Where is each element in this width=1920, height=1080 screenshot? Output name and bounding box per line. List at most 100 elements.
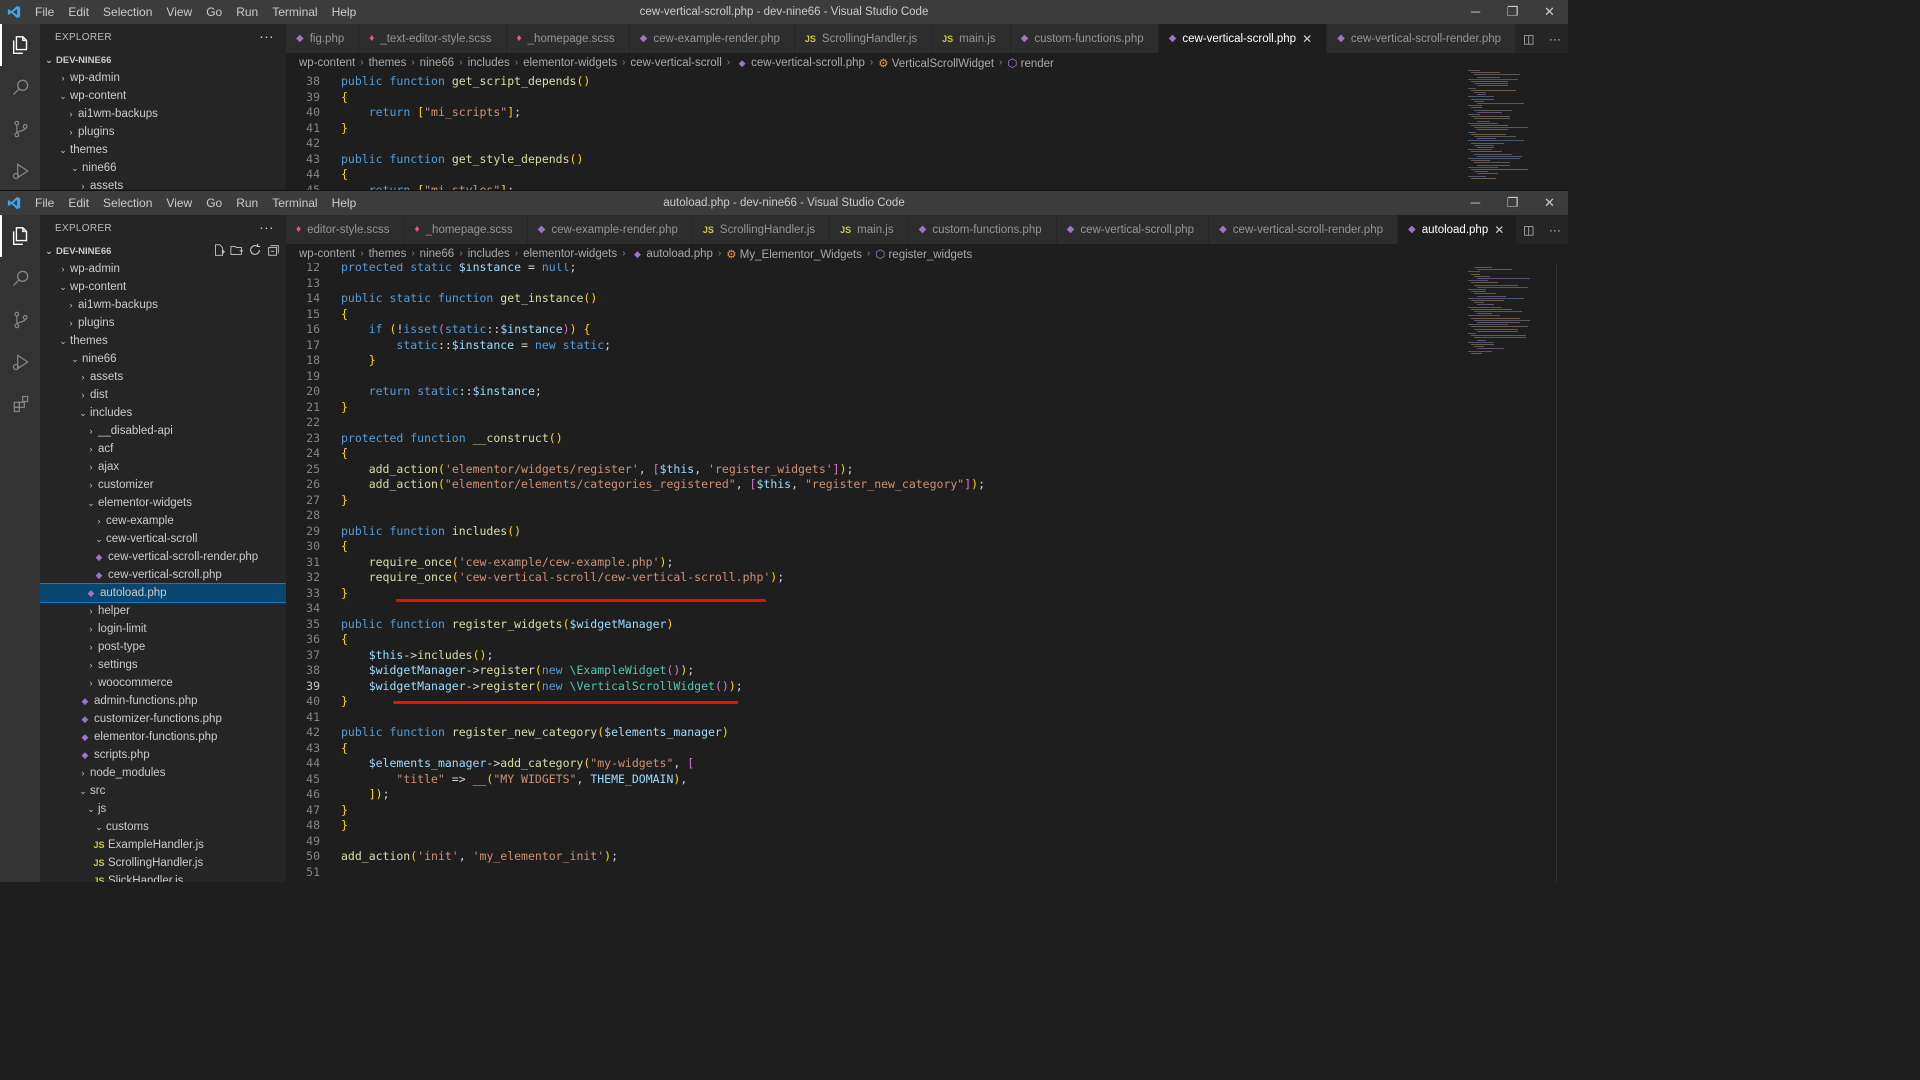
file-item[interactable]: ◆ customizer-functions.php bbox=[40, 710, 286, 728]
folder-item[interactable]: › ai1wm-backups bbox=[40, 105, 286, 123]
collapse-all-icon[interactable] bbox=[266, 243, 280, 257]
editor-tab[interactable]: JS main.js bbox=[830, 215, 909, 244]
folder-item[interactable]: › plugins bbox=[40, 314, 286, 332]
menu-item-edit[interactable]: Edit bbox=[61, 191, 96, 215]
run-debug-icon[interactable] bbox=[0, 341, 40, 383]
editor-tab[interactable]: ♦ _homepage.scss bbox=[404, 215, 528, 244]
folder-item[interactable]: › assets bbox=[40, 368, 286, 386]
breadcrumb-item[interactable]: ⚙ VerticalScrollWidget bbox=[878, 56, 994, 70]
menu-item-go[interactable]: Go bbox=[199, 191, 229, 215]
folder-item[interactable]: › woocommerce bbox=[40, 674, 286, 692]
more-actions-icon[interactable]: ··· bbox=[259, 219, 274, 235]
editor-tab[interactable]: ◆ cew-vertical-scroll-render.php bbox=[1209, 215, 1398, 244]
vertical-scrollbar[interactable] bbox=[1556, 263, 1568, 882]
file-item[interactable]: ◆ cew-vertical-scroll.php bbox=[40, 566, 286, 584]
close-icon[interactable]: ✕ bbox=[1531, 0, 1568, 24]
more-actions-icon[interactable]: ··· bbox=[1549, 223, 1561, 237]
menu-item-terminal[interactable]: Terminal bbox=[265, 0, 324, 24]
menu-item-run[interactable]: Run bbox=[229, 0, 265, 24]
folder-item[interactable]: ⌄ cew-vertical-scroll bbox=[40, 530, 286, 548]
explorer-icon[interactable] bbox=[0, 24, 40, 66]
folder-item[interactable]: ⌄ includes bbox=[40, 404, 286, 422]
folder-item[interactable]: ⌄ wp-content bbox=[40, 87, 286, 105]
folder-item[interactable]: ⌄ elementor-widgets bbox=[40, 494, 286, 512]
restore-icon[interactable]: ❐ bbox=[1494, 0, 1531, 24]
folder-item[interactable]: › plugins bbox=[40, 123, 286, 141]
file-item[interactable]: JS ScrollingHandler.js bbox=[40, 854, 286, 872]
minimize-icon[interactable]: ─ bbox=[1457, 0, 1494, 24]
folder-item[interactable]: ⌄ wp-content bbox=[40, 278, 286, 296]
folder-item[interactable]: ⌄ src bbox=[40, 782, 286, 800]
file-item[interactable]: JS ExampleHandler.js bbox=[40, 836, 286, 854]
breadcrumb-item[interactable]: nine66 bbox=[420, 248, 455, 260]
file-item[interactable]: JS SlickHandler.js bbox=[40, 872, 286, 882]
close-tab-icon[interactable]: ✕ bbox=[1494, 223, 1504, 237]
file-item[interactable]: ◆ cew-vertical-scroll-render.php bbox=[40, 548, 286, 566]
breadcrumb-item[interactable]: ⬡ render bbox=[1007, 56, 1054, 70]
new-file-icon[interactable] bbox=[212, 243, 226, 257]
restore-icon[interactable]: ❐ bbox=[1494, 191, 1531, 215]
more-actions-icon[interactable]: ··· bbox=[1549, 32, 1561, 46]
editor-tab[interactable]: ◆ cew-example-render.php bbox=[629, 24, 795, 53]
folder-item[interactable]: › assets bbox=[40, 177, 286, 190]
breadcrumb-item[interactable]: ⬡ register_widgets bbox=[875, 247, 972, 261]
folder-item[interactable]: › helper bbox=[40, 602, 286, 620]
split-editor-icon[interactable]: ◫ bbox=[1523, 32, 1534, 46]
folder-item[interactable]: › customizer bbox=[40, 476, 286, 494]
breadcrumb-item[interactable]: ◆ autoload.php bbox=[630, 248, 713, 260]
search-icon[interactable] bbox=[0, 257, 40, 299]
refresh-icon[interactable] bbox=[248, 243, 262, 257]
editor-tab[interactable]: ♦ editor-style.scss bbox=[286, 215, 405, 244]
folder-item[interactable]: › ajax bbox=[40, 458, 286, 476]
breadcrumb-item[interactable]: elementor-widgets bbox=[523, 57, 617, 69]
menu-item-view[interactable]: View bbox=[159, 0, 199, 24]
explorer-icon[interactable] bbox=[0, 215, 40, 257]
breadcrumb-item[interactable]: nine66 bbox=[420, 57, 455, 69]
editor-tab[interactable]: JS ScrollingHandler.js bbox=[692, 215, 831, 244]
editor-tab[interactable]: ◆ autoload.php ✕ bbox=[1398, 215, 1520, 244]
extensions-icon[interactable] bbox=[0, 383, 40, 425]
folder-item[interactable]: ⌄ themes bbox=[40, 141, 286, 159]
source-control-icon[interactable] bbox=[0, 299, 40, 341]
menu-item-selection[interactable]: Selection bbox=[96, 0, 159, 24]
menu-item-go[interactable]: Go bbox=[199, 0, 229, 24]
folder-item[interactable]: › settings bbox=[40, 656, 286, 674]
file-item[interactable]: ◆ scripts.php bbox=[40, 746, 286, 764]
menu-item-view[interactable]: View bbox=[159, 191, 199, 215]
folder-item[interactable]: ⌄ nine66 bbox=[40, 350, 286, 368]
folder-item[interactable]: › ai1wm-backups bbox=[40, 296, 286, 314]
breadcrumb-item[interactable]: ⚙ My_Elementor_Widgets bbox=[726, 247, 862, 261]
close-icon[interactable]: ✕ bbox=[1531, 191, 1568, 215]
close-tab-icon[interactable]: ✕ bbox=[1302, 32, 1312, 46]
editor-tab[interactable]: JS ScrollingHandler.js bbox=[794, 24, 933, 53]
menu-item-file[interactable]: File bbox=[28, 191, 61, 215]
breadcrumb-item[interactable]: includes bbox=[468, 248, 510, 260]
minimap[interactable] bbox=[1464, 66, 1554, 190]
folder-item[interactable]: › node_modules bbox=[40, 764, 286, 782]
breadcrumb-item[interactable]: cew-vertical-scroll bbox=[630, 57, 721, 69]
editor-tab[interactable]: ◆ cew-vertical-scroll-render.php bbox=[1327, 24, 1517, 53]
breadcrumb-item[interactable]: elementor-widgets bbox=[523, 248, 617, 260]
editor-tab[interactable]: ♦ _text-editor-style.scss bbox=[359, 24, 507, 53]
file-item[interactable]: ◆ autoload.php bbox=[40, 583, 286, 603]
breadcrumb-item[interactable]: ◆ cew-vertical-scroll.php bbox=[735, 57, 865, 69]
new-folder-icon[interactable] bbox=[230, 243, 244, 257]
minimap[interactable] bbox=[1464, 263, 1554, 882]
folder-item[interactable]: › dist bbox=[40, 386, 286, 404]
folder-item[interactable]: ⌄ js bbox=[40, 800, 286, 818]
folder-item[interactable]: ⌄ nine66 bbox=[40, 159, 286, 177]
folder-item[interactable]: › cew-example bbox=[40, 512, 286, 530]
editor-tab[interactable]: ◆ cew-vertical-scroll.php bbox=[1056, 215, 1210, 244]
folder-item[interactable]: › post-type bbox=[40, 638, 286, 656]
menu-item-file[interactable]: File bbox=[28, 0, 61, 24]
editor-tab[interactable]: ◆ cew-example-render.php bbox=[527, 215, 693, 244]
editor-tab[interactable]: ◆ custom-functions.php bbox=[908, 215, 1057, 244]
breadcrumb-item[interactable]: themes bbox=[369, 248, 407, 260]
folder-item[interactable]: ⌄ themes bbox=[40, 332, 286, 350]
editor-tab[interactable]: JS main.js bbox=[932, 24, 1011, 53]
code-editor[interactable]: 12 protected static $instance = null; 13 14… bbox=[286, 263, 1568, 882]
code-editor[interactable]: 38 public function get_script_depends() 39… bbox=[286, 72, 1568, 190]
workspace-section[interactable]: ⌄ DEV-NINE66 bbox=[40, 242, 286, 260]
more-actions-icon[interactable]: ··· bbox=[259, 28, 274, 44]
search-icon[interactable] bbox=[0, 66, 40, 108]
